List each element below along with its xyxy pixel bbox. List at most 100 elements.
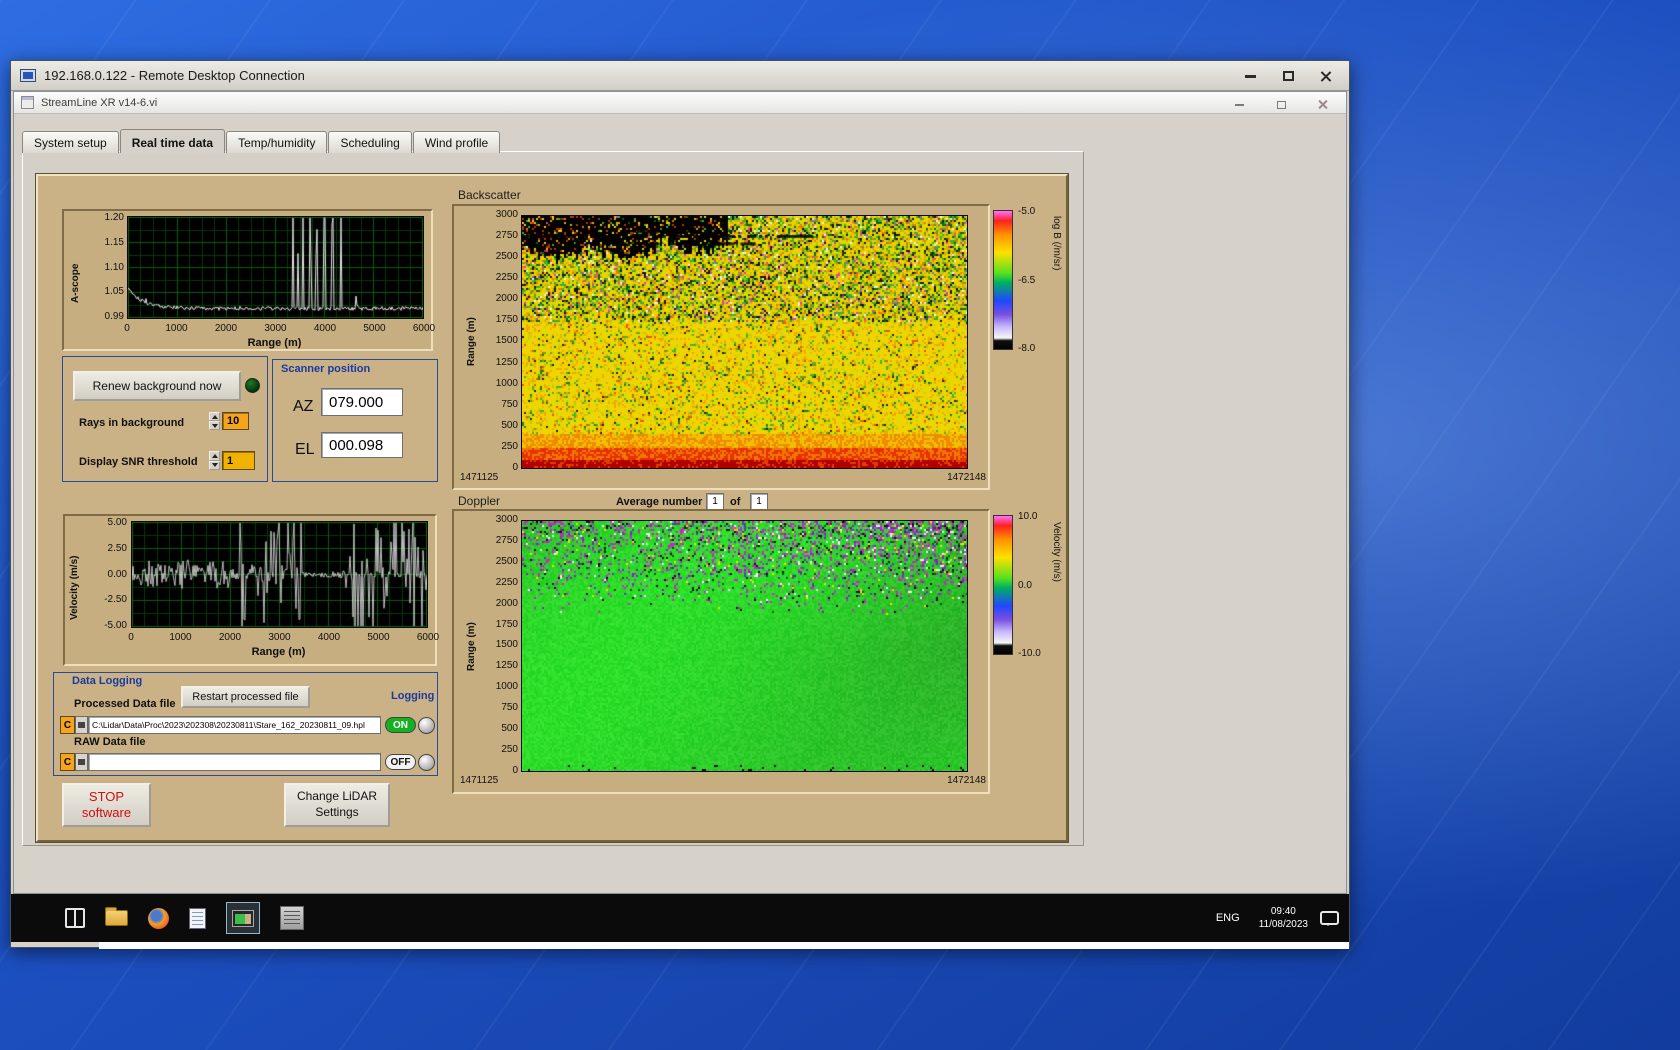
tick-label: 1000 bbox=[169, 632, 192, 643]
average-total-value[interactable]: 1 bbox=[750, 493, 768, 510]
renew-background-label: Renew background now bbox=[92, 379, 222, 393]
raw-path-browse-icon[interactable] bbox=[75, 753, 88, 771]
rdp-close-button[interactable] bbox=[1311, 66, 1341, 86]
stop-software-button[interactable]: STOP software bbox=[62, 783, 151, 827]
raw-drive-letter[interactable]: C bbox=[60, 753, 75, 771]
maximize-icon bbox=[1282, 71, 1294, 81]
average-number-value[interactable]: 1 bbox=[706, 493, 724, 510]
display-snr-threshold-value[interactable]: 1 bbox=[222, 451, 255, 470]
tab-scheduling[interactable]: Scheduling bbox=[328, 131, 412, 153]
tick-label: 2000 bbox=[214, 323, 238, 334]
data-logging-group: Data Logging Processed Data file Restart… bbox=[53, 672, 438, 776]
tick-label: 500 bbox=[501, 419, 518, 431]
raw-file-path-field[interactable] bbox=[88, 753, 381, 771]
rdp-titlebar[interactable]: 192.168.0.122 - Remote Desktop Connectio… bbox=[11, 61, 1349, 91]
restart-processed-file-button[interactable]: Restart processed file bbox=[181, 686, 310, 708]
change-lidar-settings-button[interactable]: Change LiDAR Settings bbox=[284, 783, 390, 827]
rdp-maximize-button[interactable] bbox=[1273, 66, 1303, 86]
scan-scheduler-icon[interactable] bbox=[280, 906, 304, 930]
rays-increment-icon[interactable] bbox=[209, 412, 220, 421]
document-app-icon[interactable] bbox=[189, 907, 206, 929]
tick-label: 6000 bbox=[416, 632, 440, 643]
taskbar-clock[interactable]: 09:40 11/08/2023 bbox=[1259, 905, 1308, 932]
rdp-minimize-button[interactable] bbox=[1235, 66, 1265, 86]
tab-real-time-data[interactable]: Real time data bbox=[119, 129, 226, 153]
tick-label: 1750 bbox=[495, 618, 518, 630]
processed-file-path-field[interactable]: C:\Lidar\Data\Proc\2023\202308\20230811\… bbox=[88, 716, 381, 734]
tick-label: 1.05 bbox=[104, 286, 124, 298]
app-titlebar[interactable]: StreamLine XR v14-6.vi bbox=[14, 92, 1346, 114]
tick-label: 3000 bbox=[495, 514, 518, 525]
tick-label: -2.50 bbox=[104, 594, 127, 606]
tick-label: 750 bbox=[501, 398, 518, 410]
tick-label: 1000 bbox=[495, 681, 518, 693]
notification-center-icon[interactable] bbox=[1320, 911, 1339, 926]
screen-edge-strip bbox=[99, 942, 1349, 949]
rays-in-background-label: Rays in background bbox=[79, 417, 185, 429]
elevation-label: EL bbox=[295, 441, 315, 458]
app-close-button[interactable] bbox=[1308, 95, 1338, 115]
clock-date: 11/08/2023 bbox=[1258, 919, 1308, 930]
file-explorer-icon[interactable] bbox=[105, 907, 128, 926]
processed-data-file-label: Processed Data file bbox=[74, 698, 176, 710]
app-minimize-button[interactable] bbox=[1224, 95, 1254, 115]
processed-logging-toggle[interactable]: ON bbox=[385, 717, 416, 733]
raw-file-path-row: C OFF bbox=[60, 753, 435, 771]
tick-label: 750 bbox=[501, 702, 518, 714]
backscatter-colorbar-ticks: -5.0 -6.5 -8.0 bbox=[1018, 206, 1054, 354]
tick-label: -5.0 bbox=[1018, 206, 1036, 217]
doppler-plot-area bbox=[521, 520, 968, 772]
firefox-icon[interactable] bbox=[148, 907, 169, 929]
tick-label: -5.00 bbox=[104, 620, 127, 631]
doppler-colorbar bbox=[993, 515, 1013, 655]
processed-logging-toggle-knob[interactable] bbox=[418, 716, 435, 734]
display-snr-threshold-label: Display SNR threshold bbox=[79, 456, 198, 468]
close-icon bbox=[1317, 99, 1329, 111]
streamline-app-taskbar-icon[interactable] bbox=[226, 902, 260, 934]
tab-bar: System setup Real time data Temp/humidity S… bbox=[22, 128, 501, 153]
tab-wind-profile[interactable]: Wind profile bbox=[412, 131, 501, 153]
app-maximize-button[interactable] bbox=[1266, 95, 1296, 115]
raw-logging-toggle[interactable]: OFF bbox=[385, 754, 416, 770]
ascope-x-axis-label: Range (m) bbox=[247, 337, 302, 349]
ascope-x-ticks: 0 1000 2000 3000 4000 5000 6000 bbox=[110, 323, 441, 334]
snr-increment-icon[interactable] bbox=[209, 451, 220, 461]
ascope-plot-frame: A-scope 1.20 1.15 1.10 1.05 0.99 0 1000 2000 30… bbox=[62, 209, 435, 351]
doppler-x-range: 1471125 1472148 bbox=[460, 775, 986, 786]
tick-label: 5.00 bbox=[107, 517, 127, 528]
language-indicator[interactable]: ENG bbox=[1209, 906, 1247, 930]
tab-temp-humidity[interactable]: Temp/humidity bbox=[226, 131, 328, 153]
clock-time: 09:40 bbox=[1270, 905, 1296, 917]
tab-system-setup[interactable]: System setup bbox=[22, 131, 119, 153]
rdp-window-title: 192.168.0.122 - Remote Desktop Connectio… bbox=[44, 68, 305, 83]
backscatter-x-end: 1472148 bbox=[947, 472, 986, 483]
tick-label: 4000 bbox=[317, 632, 341, 643]
snr-decrement-icon[interactable] bbox=[209, 460, 220, 470]
azimuth-value: 079.000 bbox=[321, 388, 403, 416]
snr-spinner[interactable] bbox=[209, 451, 220, 470]
tick-label: 5000 bbox=[363, 323, 386, 334]
doppler-y-ticks: 3000 2750 2500 2250 2000 1750 1500 1250 1000 750 5… bbox=[478, 514, 518, 776]
backscatter-plot-frame: Range (m) 3000 2750 2500 2250 2000 1750 1500 12… bbox=[452, 204, 990, 490]
tick-label: 0.00 bbox=[107, 568, 127, 580]
raw-logging-toggle-knob[interactable] bbox=[418, 753, 435, 771]
tick-label: 1750 bbox=[495, 314, 518, 326]
rays-in-background-value[interactable]: 10 bbox=[222, 412, 249, 430]
settings-button-line2: Settings bbox=[315, 805, 359, 819]
task-view-icon[interactable] bbox=[65, 908, 85, 928]
velocity-plot-area bbox=[131, 521, 428, 628]
processed-file-path-row: C C:\Lidar\Data\Proc\2023\202308\2023081… bbox=[60, 716, 435, 734]
tick-label: 10.0 bbox=[1018, 511, 1038, 522]
processed-path-browse-icon[interactable] bbox=[75, 716, 88, 734]
tick-label: 1.20 bbox=[104, 212, 124, 223]
tick-label: 5000 bbox=[367, 632, 390, 643]
velocity-plot-canvas bbox=[132, 522, 427, 627]
tick-label: 1500 bbox=[495, 335, 518, 347]
tick-label: 1250 bbox=[495, 356, 518, 368]
processed-drive-letter[interactable]: C bbox=[60, 716, 75, 734]
rays-spinner[interactable] bbox=[209, 412, 220, 430]
rays-decrement-icon[interactable] bbox=[209, 421, 220, 430]
scanner-position-group: Scanner position AZ 079.000 EL 000.098 bbox=[272, 359, 438, 482]
minimize-icon bbox=[1234, 104, 1244, 106]
renew-background-button[interactable]: Renew background now bbox=[73, 371, 241, 401]
